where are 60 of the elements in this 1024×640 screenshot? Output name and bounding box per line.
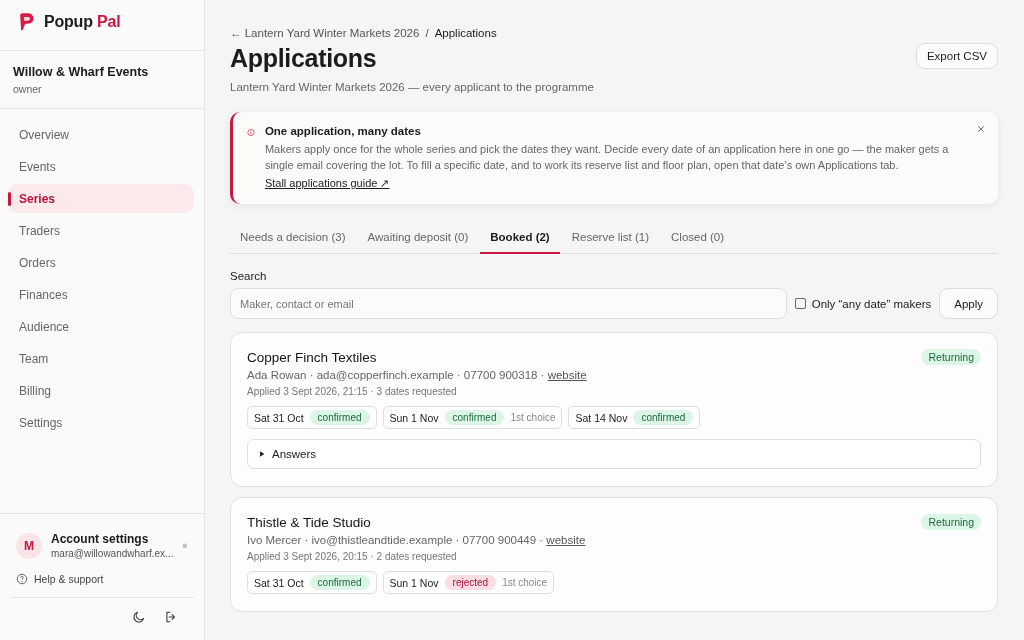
guide-link[interactable]: Stall applications guide ↗	[264, 177, 390, 190]
status-badge: confirmed	[309, 410, 370, 425]
apply-button[interactable]: Apply	[939, 288, 998, 319]
sidebar-item[interactable]: Team	[8, 344, 194, 373]
status-badge: confirmed	[633, 410, 694, 425]
breadcrumb-link[interactable]: ← Lantern Yard Winter Markets 2026	[230, 27, 420, 39]
brand-name: Popup Pal	[44, 13, 121, 31]
sidebar-item[interactable]: Audience	[8, 312, 194, 341]
search-field[interactable]: Maker, contact or email	[230, 288, 787, 319]
date-chip: Sat 31 Oct confirmed	[247, 571, 377, 594]
breadcrumb-separator: /	[425, 27, 429, 39]
logout-icon[interactable]	[164, 610, 178, 624]
tab[interactable]: Reserve list (1)	[561, 223, 660, 254]
export-csv-button[interactable]: Export CSV	[915, 43, 998, 69]
avatar: M	[16, 532, 42, 559]
notice-title: One application, many dates	[264, 125, 422, 137]
breadcrumb-current: Applications	[434, 27, 497, 39]
search-label: Search	[230, 270, 268, 282]
status-badge: rejected	[444, 575, 497, 590]
applicant-name: Thistle & Tide Studio	[247, 515, 371, 530]
contact-details: Ivo Mercer · ivo@thistleandtide.example · 07700 900449 · website	[247, 534, 587, 546]
returning-badge: Returning	[921, 349, 981, 365]
account-settings-link[interactable]: Account settings	[51, 532, 174, 546]
help-link[interactable]: Help & support	[16, 573, 104, 585]
account-email: mara@willowandwharf.ex...	[51, 548, 174, 559]
sidebar-item[interactable]: Settings	[8, 408, 194, 437]
applied-info: Applied 3 Sept 2026, 20:15 · 2 dates requested	[247, 551, 458, 562]
sidebar-item[interactable]: Billing	[8, 376, 194, 405]
tab[interactable]: Awaiting deposit (0)	[357, 223, 479, 254]
page-title: Applications	[230, 44, 378, 73]
website-link[interactable]: website	[546, 534, 586, 546]
tab[interactable]: Booked (2)	[480, 223, 560, 254]
date-chip: Sun 1 Nov confirmed 1st choice	[382, 406, 563, 429]
organisation-role: owner	[13, 83, 43, 95]
returning-badge: Returning	[921, 514, 981, 530]
page-subtitle: Lantern Yard Winter Markets 2026 — every applicant to the programme	[230, 81, 594, 93]
moon-icon[interactable]	[132, 610, 146, 624]
status-badge: confirmed	[444, 410, 505, 425]
status-badge: confirmed	[309, 575, 370, 590]
tab[interactable]: Needs a decision (3)	[230, 223, 356, 254]
answers-toggle[interactable]: Answers	[247, 439, 981, 469]
sidebar-item[interactable]: Traders	[8, 216, 194, 245]
date-chip: Sat 14 Nov confirmed	[568, 406, 701, 429]
tab[interactable]: Closed (0)	[661, 223, 735, 254]
website-link[interactable]: website	[547, 369, 587, 381]
sidebar-item[interactable]: Orders	[8, 248, 194, 277]
sidebar-item[interactable]: Finances	[8, 280, 194, 309]
applicant-name: Copper Finch Textiles	[247, 350, 377, 365]
notice-text: Makers apply once for the whole series and pick the dates they want. Decide every date of an application here in one go — the maker gets a single email covering the lot. To fill a specific date, and to work its reserve list and floor plan, open that date’s own Applications tab.	[264, 142, 950, 173]
close-icon[interactable]	[976, 124, 986, 134]
date-chip: Sun 1 Nov rejected 1st choice	[382, 571, 555, 594]
any-date-checkbox[interactable]: Only “any date” makers	[794, 297, 932, 310]
contact-details: Ada Rowan · ada@copperfinch.example · 07700 900318 · website	[247, 369, 588, 381]
help-icon	[16, 573, 28, 585]
sidebar-item[interactable]: Overview	[8, 120, 194, 149]
sidebar-item[interactable]: Series	[8, 184, 194, 213]
applied-info: Applied 3 Sept 2026, 21:15 · 3 dates requested	[247, 386, 458, 397]
date-chip: Sat 31 Oct confirmed	[247, 406, 377, 429]
sidebar-item[interactable]: Events	[8, 152, 194, 181]
organisation-name: Willow & Wharf Events	[13, 65, 150, 79]
